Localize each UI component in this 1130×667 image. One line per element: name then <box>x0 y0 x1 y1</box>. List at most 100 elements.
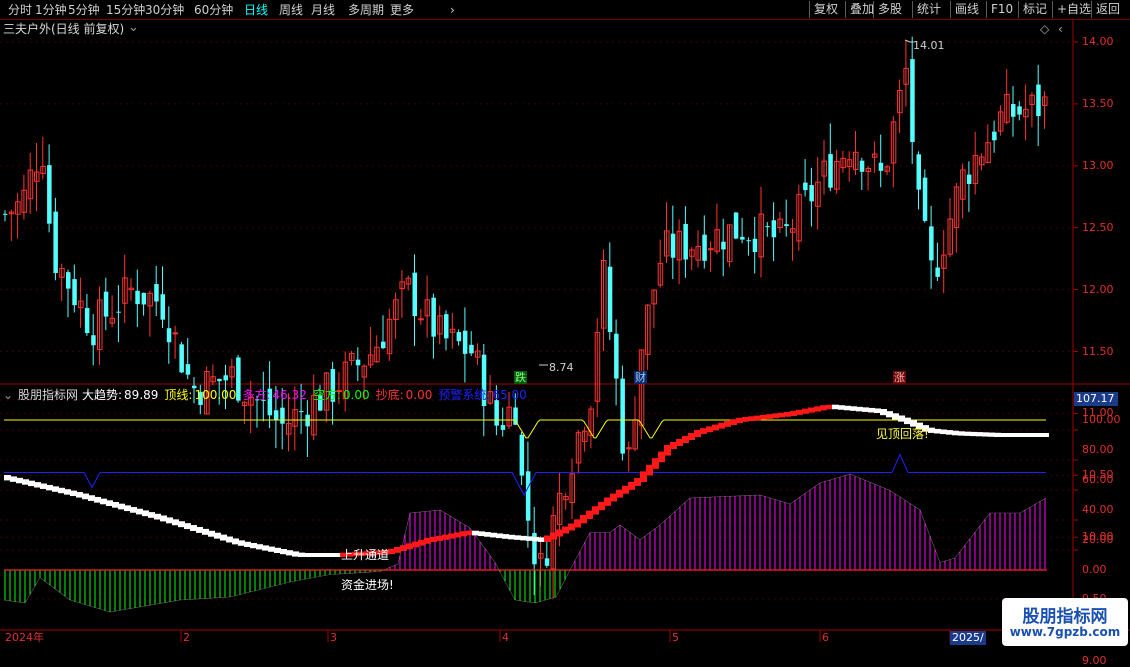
period-5[interactable]: 60分钟 <box>194 2 233 18</box>
event-marker-fall[interactable]: 跌 <box>514 371 527 384</box>
trend-block <box>574 519 581 528</box>
period-6[interactable]: 日线 <box>244 2 268 18</box>
trend-block <box>190 525 197 531</box>
trend-block <box>124 505 131 512</box>
watermark-logo: 股朋指标网 www.7gpzb.com <box>1002 598 1128 646</box>
trend-block <box>514 535 521 540</box>
trend-block <box>646 464 653 476</box>
chevron-down-circle-icon[interactable]: ⌄ <box>128 21 139 35</box>
candle-body <box>444 314 449 339</box>
trend-block <box>490 532 497 538</box>
trend-block <box>64 489 71 495</box>
candle-body <box>305 414 310 427</box>
candle-body <box>456 332 462 342</box>
trend-block <box>394 547 401 553</box>
candle-body <box>966 174 972 184</box>
trend-block <box>934 428 941 434</box>
chevron-left-icon[interactable]: ‹ <box>1058 22 1063 36</box>
trend-block <box>316 553 323 557</box>
diamond-icon[interactable]: ◇ <box>1040 22 1049 36</box>
trend-block <box>940 429 947 435</box>
trend-block <box>682 436 689 443</box>
chevron-down-circle-icon[interactable]: ⌄ <box>3 388 13 402</box>
trend-block <box>826 404 833 410</box>
action-5[interactable]: F10 <box>986 1 1017 18</box>
trend-block <box>568 523 575 531</box>
action-7[interactable]: +自选 <box>1052 1 1095 18</box>
action-6[interactable]: 标记 <box>1018 1 1051 18</box>
period-0[interactable]: 分时 <box>8 2 32 18</box>
trend-block <box>82 493 89 500</box>
trend-block <box>754 415 761 421</box>
candle-body <box>500 425 506 430</box>
trend-block <box>94 496 101 503</box>
trend-block <box>208 530 215 537</box>
action-8[interactable]: 返回 <box>1091 1 1124 18</box>
trend-block <box>730 419 737 425</box>
trend-block <box>778 412 785 418</box>
time-tick: 2024年 <box>5 631 44 644</box>
trend-block <box>202 528 209 535</box>
action-4[interactable]: 画线 <box>950 1 983 18</box>
candle-body <box>740 236 745 240</box>
period-9[interactable]: 多周期 <box>348 2 384 18</box>
candle-body <box>91 335 96 346</box>
trend-block <box>808 407 815 413</box>
trend-block <box>142 510 149 517</box>
candle-body <box>160 294 165 320</box>
trend-block <box>928 427 935 433</box>
indicator-value-0: 89.89 <box>124 388 159 402</box>
high-price-label: 14.01 <box>913 39 945 52</box>
trend-block <box>442 534 449 540</box>
period-2[interactable]: 5分钟 <box>68 2 100 18</box>
watermark-url: www.7gpzb.com <box>1009 625 1121 639</box>
event-marker-finance[interactable]: 财 <box>634 371 647 384</box>
event-marker-rise[interactable]: 涨 <box>893 371 906 384</box>
trend-block <box>460 531 467 537</box>
trend-block <box>322 553 329 557</box>
trend-block <box>556 529 563 537</box>
trend-block <box>250 543 257 549</box>
trend-block <box>1030 433 1037 437</box>
trend-block <box>748 416 755 422</box>
trend-block <box>10 476 17 482</box>
action-3[interactable]: 统计 <box>912 1 945 18</box>
candle-body <box>1011 104 1016 117</box>
candle-body <box>733 212 739 239</box>
period-7[interactable]: 周线 <box>279 2 303 18</box>
trend-block <box>790 410 797 416</box>
chevron-right-icon[interactable]: › <box>450 2 455 18</box>
action-2[interactable]: 多股 <box>873 1 906 18</box>
trend-block <box>58 487 65 494</box>
period-8[interactable]: 月线 <box>311 2 335 18</box>
trend-block <box>28 480 35 487</box>
trend-block <box>796 409 803 415</box>
trend-block <box>226 536 233 543</box>
trend-block <box>1042 433 1049 437</box>
candle-body <box>494 400 499 426</box>
time-tick: 5 <box>672 631 679 644</box>
indicator-value-4: 0.00 <box>405 388 433 402</box>
price-tick: 12.50 <box>1082 220 1114 234</box>
trend-block <box>76 492 83 498</box>
period-1[interactable]: 1分钟 <box>35 2 67 18</box>
action-0[interactable]: 复权 <box>809 1 842 18</box>
period-10[interactable]: 更多 <box>390 2 414 18</box>
trend-block <box>436 535 443 541</box>
trend-block <box>238 540 245 546</box>
price-tick: 14.00 <box>1082 35 1114 48</box>
capital-inflow-annotation: 资金进场! <box>341 578 394 592</box>
trend-block <box>562 526 569 534</box>
indicator-label-4: 抄底: <box>375 388 404 402</box>
period-3[interactable]: 15分钟 <box>106 2 145 18</box>
indicator-label-5: 预警系统: <box>438 388 491 402</box>
trend-block <box>592 506 599 515</box>
price-tick: 11.50 <box>1082 344 1114 358</box>
period-4[interactable]: 30分钟 <box>145 2 184 18</box>
trend-block <box>994 432 1001 437</box>
trend-block <box>760 414 767 420</box>
chart-canvas[interactable] <box>0 20 1130 650</box>
trend-block <box>34 482 41 488</box>
candle-body <box>462 330 468 354</box>
trend-block <box>718 422 725 429</box>
